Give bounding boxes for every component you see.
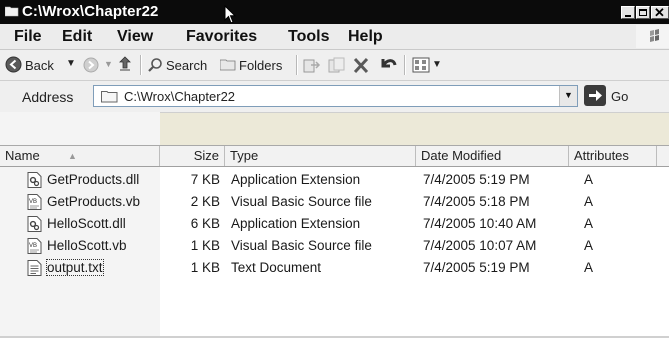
minimize-button[interactable] [621, 6, 635, 19]
text-file-icon [27, 260, 42, 276]
window-title: C:\Wrox\Chapter22 [22, 3, 159, 20]
dll-file-icon [27, 216, 42, 232]
go-button[interactable] [584, 85, 606, 106]
dll-file-icon [27, 172, 42, 188]
undo-icon[interactable] [378, 56, 398, 74]
folder-icon [5, 6, 19, 17]
menu-tools[interactable]: Tools [288, 28, 329, 46]
menu-edit[interactable]: Edit [62, 28, 92, 46]
file-row[interactable]: output.txt 1 KB Text Document 7/4/2005 5… [0, 257, 669, 279]
column-header-row: Name ▲ Size Type Date Modified Attribute… [0, 145, 669, 167]
svg-text:VB: VB [29, 199, 37, 205]
file-row[interactable]: GetProducts.dll 7 KB Application Extensi… [0, 169, 669, 191]
address-label: Address [22, 89, 74, 105]
column-header-attributes[interactable]: Attributes [569, 146, 657, 166]
folders-icon[interactable] [220, 58, 236, 71]
back-dropdown-icon[interactable]: ▼ [66, 58, 76, 69]
windows-logo-icon [636, 25, 669, 48]
search-icon[interactable] [147, 57, 163, 73]
svg-text:VB: VB [29, 243, 37, 249]
explorer-window: C:\Wrox\Chapter22 ✕ File Edit View Favor… [0, 0, 669, 338]
search-button-label[interactable]: Search [166, 58, 207, 73]
delete-icon[interactable] [352, 57, 370, 74]
address-input[interactable]: C:\Wrox\Chapter22 ▼ [93, 85, 578, 107]
title-bar[interactable]: C:\Wrox\Chapter22 ✕ [0, 0, 669, 24]
address-value: C:\Wrox\Chapter22 [124, 89, 236, 104]
sort-ascending-icon: ▲ [68, 151, 77, 161]
address-dropdown-button[interactable]: ▼ [559, 86, 577, 106]
toolbar: Back ▼ ▼ Search Folders ▼ [0, 50, 669, 81]
back-button-label[interactable]: Back [25, 58, 54, 73]
folder-icon [101, 91, 118, 103]
menu-favorites[interactable]: Favorites [186, 28, 257, 46]
column-header-size[interactable]: Size [160, 146, 225, 166]
views-dropdown-icon[interactable]: ▼ [432, 59, 442, 70]
menu-help[interactable]: Help [348, 28, 383, 46]
file-row[interactable]: HelloScott.dll 6 KB Application Extensio… [0, 213, 669, 235]
go-label[interactable]: Go [611, 89, 628, 104]
forward-arrow-icon[interactable] [83, 57, 99, 73]
mouse-cursor-icon [224, 5, 237, 24]
copy-to-icon[interactable] [328, 57, 346, 74]
folders-button-label[interactable]: Folders [239, 58, 282, 73]
back-arrow-icon[interactable] [5, 56, 22, 73]
menu-bar: File Edit View Favorites Tools Help [0, 24, 669, 50]
go-arrow-icon [589, 90, 602, 101]
menu-view[interactable]: View [117, 28, 153, 46]
up-folder-icon[interactable] [118, 56, 132, 74]
column-header-date-modified[interactable]: Date Modified [416, 146, 569, 166]
forward-dropdown-icon[interactable]: ▼ [104, 59, 113, 69]
menu-file[interactable]: File [14, 28, 42, 46]
chevron-down-icon: ▼ [564, 90, 573, 100]
address-bar: Address C:\Wrox\Chapter22 ▼ Go [0, 81, 669, 113]
file-row[interactable]: VB HelloScott.vb 1 KB Visual Basic Sourc… [0, 235, 669, 257]
column-header-name[interactable]: Name ▲ [0, 146, 160, 166]
vb-file-icon: VB [27, 238, 42, 254]
file-row[interactable]: VB GetProducts.vb 2 KB Visual Basic Sour… [0, 191, 669, 213]
vb-file-icon: VB [27, 194, 42, 210]
move-to-icon[interactable] [303, 57, 321, 74]
close-button[interactable]: ✕ [651, 5, 669, 20]
views-icon[interactable] [412, 57, 430, 73]
maximize-button[interactable] [636, 6, 650, 19]
column-header-type[interactable]: Type [225, 146, 416, 166]
